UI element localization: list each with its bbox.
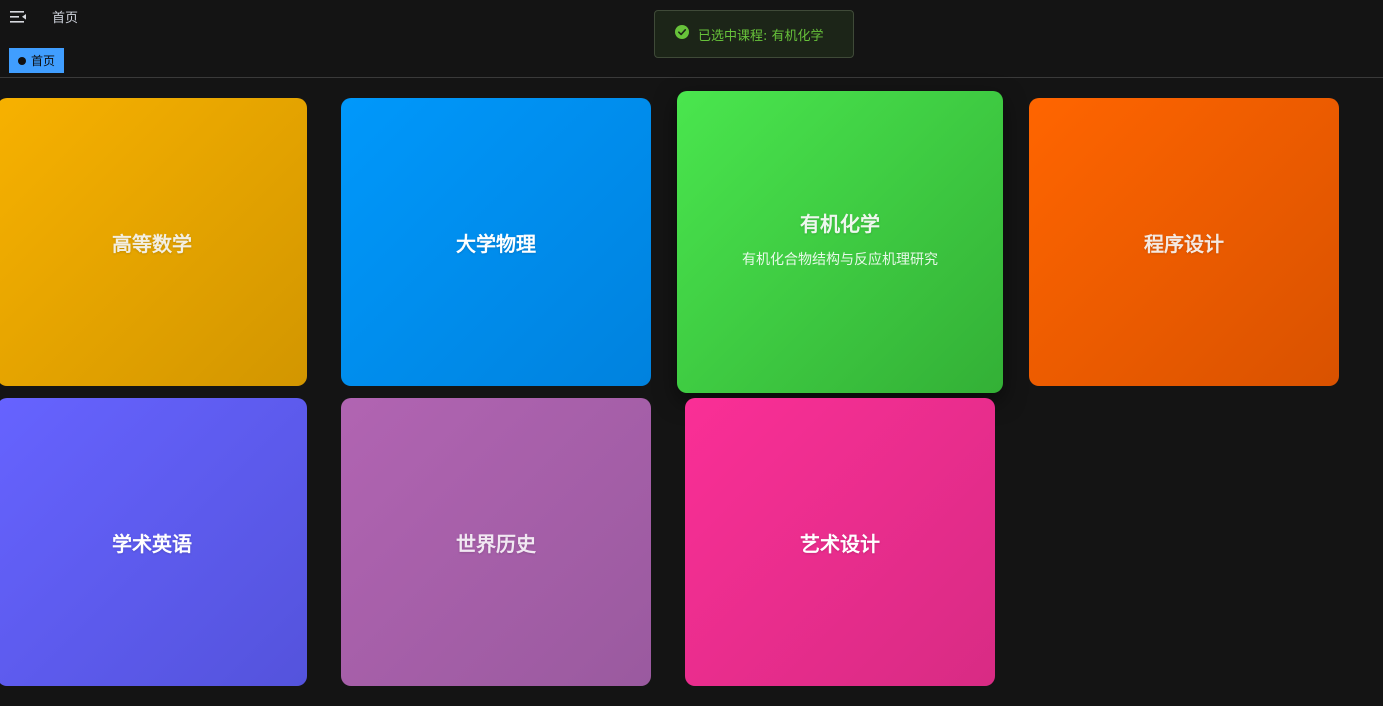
course-card-programming[interactable]: 程序设计 [1029,98,1339,386]
menu-fold-icon[interactable] [9,9,29,27]
course-card-history[interactable]: 世界历史 [341,398,651,686]
breadcrumb[interactable]: 首页 [52,10,78,28]
course-title: 有机化学 [800,211,880,236]
tag-home[interactable]: 首页 [9,48,65,73]
course-title: 学术英语 [112,531,192,556]
course-card-english[interactable]: 学术英语 [0,398,307,686]
course-subtitle: 有机化合物结构与反应机理研究 [742,251,938,268]
course-card-art[interactable]: 艺术设计 [685,398,995,686]
course-title: 世界历史 [456,531,536,556]
tag-active-dot [18,56,26,65]
course-card-math[interactable]: 高等数学 [0,98,307,386]
success-toast: 已选中课程: 有机化学 [654,10,854,58]
app-root: 首页 首页 高等数学 大学物理 有机化学 有机化合物结构与反应机理研究 程序设计… [0,0,1383,706]
course-card-chemistry[interactable]: 有机化学 有机化合物结构与反应机理研究 [677,91,1003,393]
course-title: 程序设计 [1144,231,1224,256]
course-title: 高等数学 [112,231,192,256]
course-card-physics[interactable]: 大学物理 [341,98,651,386]
course-title: 大学物理 [456,231,536,256]
tag-label: 首页 [31,54,56,68]
check-circle-icon [675,25,689,43]
course-title: 艺术设计 [800,531,880,556]
toast-message: 已选中课程: 有机化学 [698,28,824,44]
